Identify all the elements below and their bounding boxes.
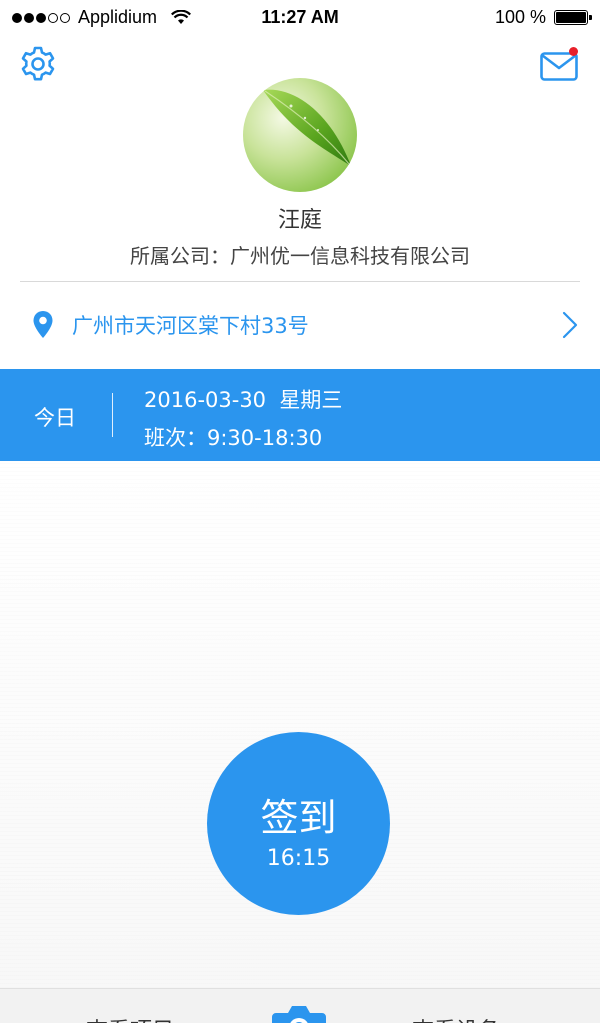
settings-button[interactable]: [18, 44, 58, 84]
today-date: 2016-03-30 星期三: [144, 388, 343, 412]
chevron-right-icon: [562, 311, 578, 339]
divider: [20, 281, 580, 282]
today-label: 今日: [34, 406, 76, 430]
avatar-leaf-image: [243, 78, 357, 192]
checkin-button[interactable]: 签到 16:15: [207, 732, 390, 915]
battery-info: 100 %: [494, 7, 592, 28]
gear-icon: [21, 46, 55, 81]
messages-button[interactable]: [540, 47, 580, 82]
envelope-icon: [540, 52, 578, 81]
battery-icon: [554, 10, 592, 25]
location-pin-icon: [33, 311, 53, 338]
battery-percentage: 100 %: [494, 7, 546, 27]
today-schedule-bar: 今日 2016-03-30 星期三 班次：9:30-18:30: [0, 369, 600, 461]
checkin-time: 16:15: [266, 846, 331, 871]
today-separator: [112, 393, 113, 437]
camera-button[interactable]: [270, 1001, 328, 1023]
camera-icon: [272, 1006, 326, 1023]
location-address: 广州市天河区棠下村33号: [72, 314, 309, 338]
location-row[interactable]: 广州市天河区棠下村33号: [0, 296, 600, 354]
unread-badge: [569, 47, 578, 56]
avatar[interactable]: [243, 78, 357, 192]
user-name: 汪庭: [277, 208, 322, 233]
bottom-tab-bar: 查看项目 查看设备: [0, 988, 600, 1023]
company-name: 所属公司：广州优一信息科技有限公司: [130, 244, 470, 268]
shift-time: 班次：9:30-18:30: [144, 426, 323, 450]
status-bar: Applidium 11:27 AM 100 %: [0, 0, 600, 36]
checkin-label: 签到: [260, 796, 337, 840]
